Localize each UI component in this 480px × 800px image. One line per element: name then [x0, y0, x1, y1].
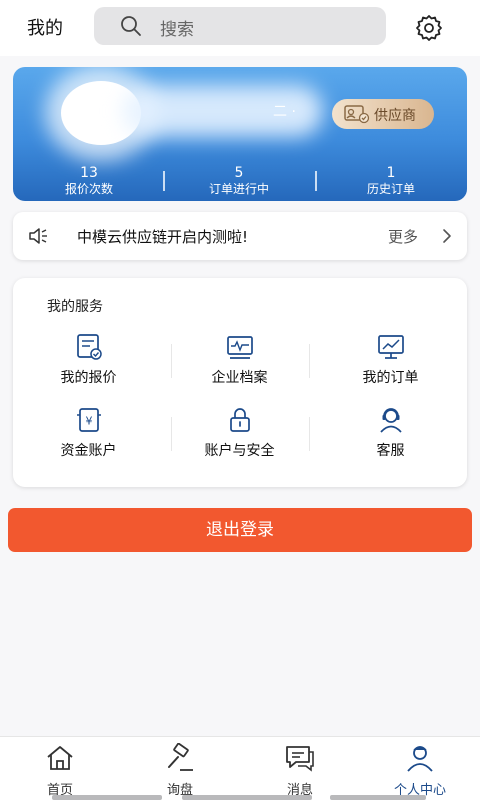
service-account-security[interactable]: 账户与安全: [164, 406, 315, 468]
home-icon: [47, 746, 73, 770]
service-label: 我的报价: [60, 370, 117, 386]
stat-label: 报价次数: [64, 182, 113, 196]
customer-service-icon: [380, 408, 402, 433]
nav-profile[interactable]: 个人中心: [360, 737, 480, 800]
wallet-icon: ¥: [77, 408, 101, 432]
stat-value: 13: [80, 165, 98, 181]
logout-button[interactable]: 退出登录: [8, 508, 472, 552]
top-bar: 我的 搜索: [0, 0, 480, 56]
stat-quotes[interactable]: 13 报价次数: [29, 165, 149, 197]
services-title: 我的服务: [47, 299, 103, 315]
role-badge-label: 供应商: [374, 108, 416, 124]
nav-home[interactable]: 首页: [0, 737, 120, 800]
announcement-text: 中模云供应链开启内测啦!: [77, 228, 249, 246]
company-file-icon: [227, 336, 253, 359]
svg-text:¥: ¥: [86, 415, 93, 428]
user-icon: [407, 746, 433, 772]
nav-messages[interactable]: 消息: [240, 737, 360, 800]
search-placeholder: 搜索: [160, 20, 194, 40]
more-link[interactable]: 更多: [388, 226, 418, 247]
page-title: 我的: [27, 18, 63, 39]
nav-inquiry[interactable]: 询盘: [120, 737, 240, 800]
lock-icon: [230, 408, 250, 432]
bottom-nav: 首页 询盘 消息 个人中心: [0, 736, 480, 800]
orders-chart-icon: [378, 335, 404, 359]
service-label: 账户与安全: [204, 443, 275, 459]
system-nav-segment: [182, 795, 312, 800]
service-label: 我的订单: [362, 370, 419, 386]
service-my-quotes[interactable]: 我的报价: [13, 333, 164, 395]
search-icon: [121, 16, 141, 36]
stat-label: 订单进行中: [208, 182, 269, 196]
service-divider: [309, 417, 310, 451]
service-label: 企业档案: [211, 370, 268, 386]
chevron-right-icon[interactable]: [441, 228, 453, 244]
system-nav-segment: [330, 795, 426, 800]
service-label: 资金账户: [60, 443, 117, 459]
search-input[interactable]: 搜索: [94, 7, 386, 45]
gavel-icon: [168, 743, 193, 771]
system-nav-segment: [52, 795, 162, 800]
id-card-icon: [344, 105, 370, 124]
service-divider: [309, 344, 310, 378]
service-label: 客服: [376, 443, 405, 459]
username: 二 ·: [273, 104, 296, 120]
message-icon: [286, 746, 314, 772]
service-customer-service[interactable]: 客服: [315, 406, 466, 468]
service-my-orders[interactable]: 我的订单: [315, 333, 466, 395]
gear-icon[interactable]: [415, 14, 443, 42]
service-company-file[interactable]: 企业档案: [164, 333, 315, 395]
stat-history-orders[interactable]: 1 历史订单: [331, 165, 451, 197]
stat-value: 5: [234, 165, 244, 181]
stat-divider: [163, 171, 165, 191]
stat-divider: [315, 171, 317, 191]
stat-orders-in-progress[interactable]: 5 订单进行中: [179, 165, 299, 197]
stat-label: 历史订单: [366, 182, 415, 196]
service-fund-account[interactable]: ¥ 资金账户: [13, 406, 164, 468]
profile-card[interactable]: 二 · 供应商 13 报价次数 5 订单进行中 1 历史订单: [13, 67, 467, 201]
quote-icon: [77, 334, 102, 360]
role-badge: 供应商: [332, 99, 434, 129]
announcement-bar[interactable]: 中模云供应链开启内测啦! 更多: [13, 212, 467, 260]
speaker-icon: [29, 228, 47, 244]
stat-value: 1: [386, 165, 396, 181]
my-services-panel: 我的服务 我的报价 企业档案 我的订单 ¥ 资金账户 账户与安全 客服: [13, 278, 467, 487]
